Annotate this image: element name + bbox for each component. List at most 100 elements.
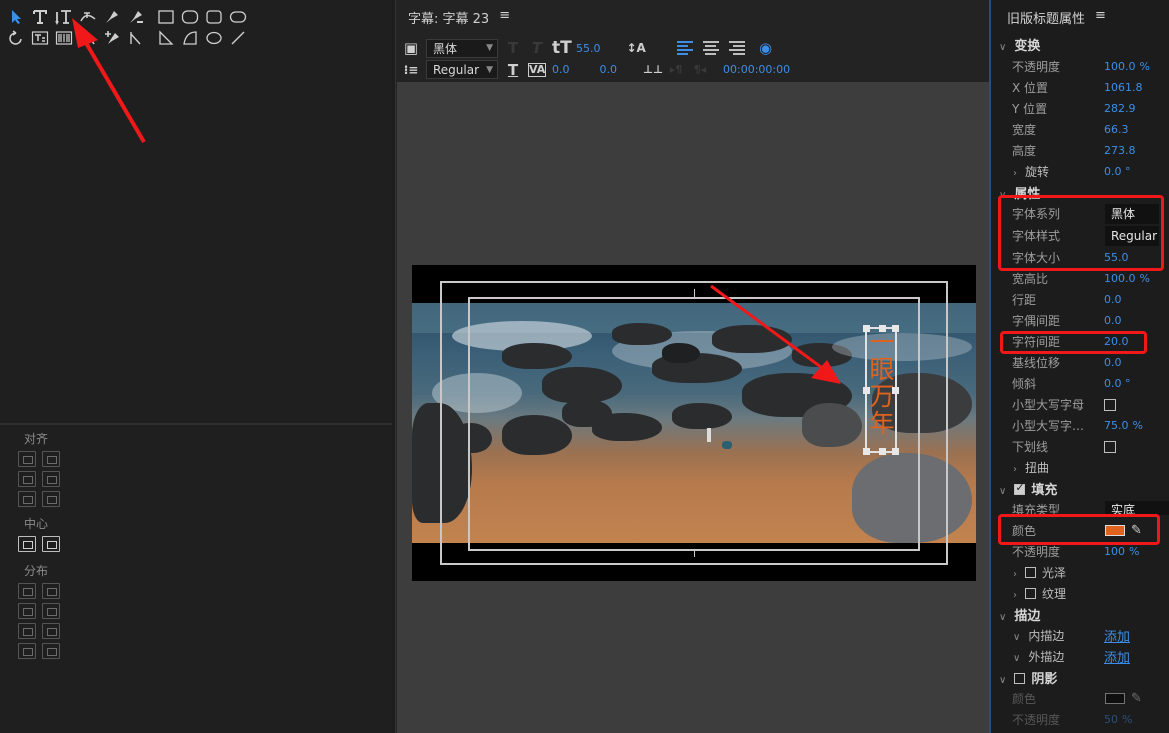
align-center-text-icon[interactable]: [702, 41, 719, 55]
resize-handle[interactable]: [892, 325, 899, 332]
font-family-select[interactable]: 黑体 ▼: [426, 38, 498, 58]
slant-value[interactable]: 0.0 °: [1104, 377, 1131, 390]
align-vcenter-button[interactable]: [42, 471, 60, 487]
ellipse-wide-icon[interactable]: [180, 8, 200, 26]
shadow-checkbox[interactable]: [1014, 673, 1026, 684]
leading-value[interactable]: 0.0: [1104, 293, 1122, 306]
kerning-label: 字偶间距: [1012, 314, 1061, 328]
resize-handle[interactable]: [863, 387, 870, 394]
sheen-toggle[interactable]: › 光泽: [1013, 564, 1066, 581]
y-position-label: Y 位置: [1012, 102, 1048, 116]
selection-arrow-icon[interactable]: [6, 8, 26, 26]
align-bottom-button[interactable]: [42, 491, 60, 507]
distribute-hspace-button[interactable]: [18, 643, 36, 659]
type-tool-icon[interactable]: [30, 8, 50, 26]
align-top-button[interactable]: [42, 451, 60, 467]
chevron-down-icon: ∨: [999, 486, 1007, 497]
rounded-rect-icon[interactable]: [204, 8, 224, 26]
titler-menu-icon[interactable]: ≡: [499, 8, 510, 27]
distribute-top-button[interactable]: [42, 583, 60, 599]
rotation-icon[interactable]: [6, 29, 26, 47]
y-position-value[interactable]: 282.9: [1104, 102, 1136, 115]
font-size-value[interactable]: 55.0: [576, 42, 601, 55]
transform-section-toggle[interactable]: ∨ 变换: [999, 35, 1040, 54]
leading-value[interactable]: 0.0: [600, 63, 618, 76]
font-style-select[interactable]: Regular ▼: [426, 60, 498, 79]
tab-align-icon[interactable]: ⊥⊥: [643, 63, 663, 76]
resize-handle[interactable]: [879, 448, 886, 455]
texture-checkbox[interactable]: [1025, 588, 1036, 599]
distribute-label: 分布: [24, 564, 49, 578]
show-video-icon[interactable]: ◉: [757, 39, 775, 57]
small-caps-size-value[interactable]: 75.0%: [1104, 419, 1143, 432]
shadow-section-toggle[interactable]: ∨ 阴影: [999, 668, 1057, 687]
texture-toggle[interactable]: › 纹理: [1013, 585, 1066, 602]
timecode-value[interactable]: 00:00:00:00: [723, 63, 790, 76]
align-left-text-icon[interactable]: [676, 41, 693, 55]
baseline-shift-value[interactable]: 0.0: [1104, 356, 1122, 369]
titler-tab-title[interactable]: 字幕: 字幕 23: [408, 8, 489, 27]
bold-icon[interactable]: T: [504, 39, 522, 57]
template-icon[interactable]: ▣: [402, 39, 420, 57]
tab-stops-icon[interactable]: ⁝≡: [402, 63, 420, 77]
properties-menu-icon[interactable]: ≡: [1095, 8, 1106, 27]
shadow-opacity-value[interactable]: 50%: [1104, 713, 1132, 726]
align-hcenter-button[interactable]: [18, 471, 36, 487]
distribute-vcenter-button[interactable]: [42, 603, 60, 619]
add-inner-stroke-link[interactable]: 添加: [1104, 626, 1130, 645]
small-caps-checkbox[interactable]: [1104, 398, 1116, 411]
shadow-opacity-number: 50: [1104, 713, 1118, 726]
area-type-icon[interactable]: [30, 29, 50, 47]
align-right-button[interactable]: [18, 491, 36, 507]
kerning-value[interactable]: 0.0: [552, 63, 570, 76]
title-glyph: 年: [869, 409, 895, 438]
distribute-bottom-button[interactable]: [42, 623, 60, 639]
resize-handle[interactable]: [863, 448, 870, 455]
fill-section-toggle[interactable]: ∨ 填充: [999, 479, 1057, 498]
italic-icon[interactable]: T: [528, 39, 546, 57]
center-vertical-button[interactable]: [42, 536, 60, 552]
opacity-number: 100.0: [1104, 60, 1136, 73]
resize-handle[interactable]: [892, 448, 899, 455]
height-value[interactable]: 273.8: [1104, 144, 1136, 157]
title-text-box[interactable]: 一眼万年: [863, 325, 899, 455]
resize-handle[interactable]: [863, 325, 870, 332]
underline-checkbox[interactable]: [1104, 440, 1116, 453]
annotation-highlight: [1000, 331, 1147, 354]
shadow-color-swatch[interactable]: [1105, 693, 1125, 704]
underline-icon[interactable]: T: [504, 61, 522, 79]
fill-type-dropdown[interactable]: 实底: [1105, 501, 1169, 515]
opacity-value[interactable]: 100.0%: [1104, 60, 1150, 73]
align-left-button[interactable]: [18, 451, 36, 467]
title-canvas[interactable]: 一眼万年: [397, 82, 989, 733]
outer-stroke-toggle[interactable]: ∨ 外描边: [1013, 648, 1064, 665]
distort-toggle[interactable]: › 扭曲: [1013, 459, 1049, 476]
fill-opacity-value[interactable]: 100%: [1104, 545, 1139, 558]
line-icon[interactable]: [228, 29, 248, 47]
distribute-hcenter-button[interactable]: [18, 603, 36, 619]
align-right-text-icon[interactable]: [728, 41, 745, 55]
title-text[interactable]: 一眼万年: [868, 329, 896, 437]
x-position-value[interactable]: 1061.8: [1104, 81, 1143, 94]
properties-title: 旧版标题属性: [1007, 12, 1086, 27]
distribute-vspace-button[interactable]: [42, 643, 60, 659]
fill-checkbox[interactable]: [1014, 481, 1026, 495]
add-outer-stroke-link[interactable]: 添加: [1104, 647, 1130, 666]
ellipse-icon[interactable]: [204, 29, 224, 47]
sheen-checkbox[interactable]: [1025, 567, 1036, 578]
rotation-toggle[interactable]: › 旋转: [1013, 163, 1049, 180]
rotation-value[interactable]: 0.0 °: [1104, 165, 1131, 178]
resize-handle[interactable]: [879, 325, 886, 332]
resize-handle[interactable]: [892, 387, 899, 394]
distribute-left-button[interactable]: [18, 583, 36, 599]
inner-stroke-toggle[interactable]: ∨ 内描边: [1013, 627, 1064, 644]
stroke-section-toggle[interactable]: ∨ 描边: [999, 605, 1040, 624]
aspect-value[interactable]: 100.0%: [1104, 272, 1150, 285]
eyedropper-icon[interactable]: ✎: [1131, 691, 1142, 706]
arc-icon[interactable]: [180, 29, 200, 47]
kerning-value[interactable]: 0.0: [1104, 314, 1122, 327]
center-horizontal-button[interactable]: [18, 536, 36, 552]
clipped-rect-icon[interactable]: [228, 8, 248, 26]
distribute-right-button[interactable]: [18, 623, 36, 639]
width-value[interactable]: 66.3: [1104, 123, 1129, 136]
